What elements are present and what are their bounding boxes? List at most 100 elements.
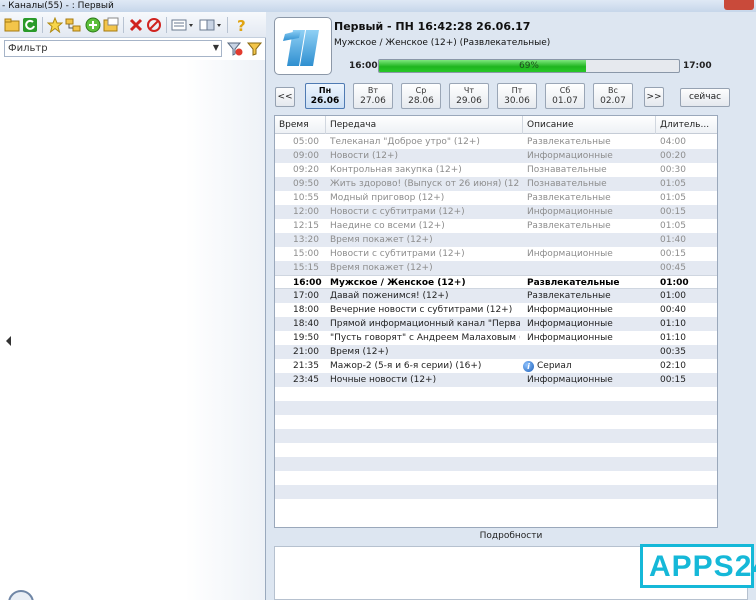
table-row[interactable]: 21:35 Мажор-2 (5-я и 6-я серии) (16+) i Сер… [275, 359, 717, 373]
day-tab[interactable]: Пн 26.06 [305, 83, 345, 109]
info-icon[interactable]: i [523, 361, 534, 372]
star-icon[interactable] [47, 17, 63, 33]
table-row[interactable]: 18:40 Прямой информационный канал "Первая… [275, 317, 717, 331]
row-duration: 00:30 [660, 165, 686, 175]
table-row[interactable]: 12:15 Наедине со всеми (12+) Развлекательн… [275, 219, 717, 233]
now-button[interactable]: сейчас [680, 88, 730, 107]
program-guide-panel: Первый - ПН 16:42:28 26.06.17 Мужское / … [266, 12, 756, 600]
view-icon[interactable] [171, 17, 195, 33]
start-orb-icon[interactable] [8, 590, 34, 600]
table-row[interactable]: 10:55 Модный приговор (12+) Развлекательны… [275, 191, 717, 205]
table-row[interactable]: 23:45 Ночные новости (12+) Информационные 0… [275, 373, 717, 387]
day-tab[interactable]: Ср 28.06 [401, 83, 441, 109]
row-description: Развлекательные [527, 193, 611, 203]
folder-icon[interactable] [4, 17, 20, 33]
row-time: 13:20 [293, 235, 319, 245]
column-header-title[interactable]: Передача [326, 116, 523, 134]
filter-clear-icon[interactable] [226, 40, 243, 57]
row-description-cell: i Сериал [523, 359, 648, 373]
table-row[interactable]: 19:50 "Пусть говорят" с Андреем Малаховым… [275, 331, 717, 345]
prev-week-button[interactable]: << [275, 87, 295, 107]
empty-row [275, 485, 717, 499]
delete-icon[interactable] [128, 17, 144, 33]
block-icon[interactable] [146, 17, 162, 33]
add-icon[interactable] [85, 17, 101, 33]
row-time: 05:00 [293, 137, 319, 147]
row-title: Время покажет (12+) [330, 235, 433, 245]
row-description: Развлекательные [527, 137, 611, 147]
row-title: Телеканал "Доброе утро" (12+) [330, 137, 480, 147]
row-duration: 00:15 [660, 249, 686, 259]
row-description: Информационные [527, 249, 613, 259]
row-duration: 01:00 [660, 278, 689, 288]
progress-label: 69% [518, 61, 539, 71]
column-header-description[interactable]: Описание [523, 116, 656, 134]
row-duration: 00:45 [660, 263, 686, 273]
table-row[interactable]: 21:00 Время (12+) 00:35 [275, 345, 717, 359]
row-description: Развлекательные [527, 291, 611, 301]
program-rows: 05:00 Телеканал "Доброе утро" (12+) Развле… [275, 135, 717, 513]
day-tab[interactable]: Пт 30.06 [497, 83, 537, 109]
row-duration: 01:10 [660, 333, 686, 343]
row-time: 12:00 [293, 207, 319, 217]
row-time: 18:40 [293, 319, 319, 329]
table-row[interactable]: 15:00 Новости с субтитрами (12+) Информаци… [275, 247, 717, 261]
row-title: Ночные новости (12+) [330, 375, 437, 385]
row-duration: 00:15 [660, 375, 686, 385]
toolbar-separator [123, 17, 124, 33]
table-row[interactable]: 18:00 Вечерние новости с субтитрами (12+)… [275, 303, 717, 317]
row-title: Прямой информационный канал "Первая ... [330, 319, 520, 329]
tree-icon[interactable] [65, 17, 81, 33]
day-name: Пн [318, 86, 332, 95]
day-tab[interactable]: Вс 02.07 [593, 83, 633, 109]
refresh-icon[interactable] [22, 17, 38, 33]
current-program: Мужское / Женское (12+) (Развлекательные… [334, 38, 551, 48]
row-duration: 01:05 [660, 179, 686, 189]
row-duration: 00:40 [660, 305, 686, 315]
table-row[interactable]: 12:00 Новости с субтитрами (12+) Информаци… [275, 205, 717, 219]
table-row[interactable]: 09:00 Новости (12+) Информационные 00:20 [275, 149, 717, 163]
row-duration: 00:35 [660, 347, 686, 357]
table-row[interactable]: 05:00 Телеканал "Доброе утро" (12+) Развле… [275, 135, 717, 149]
filter-placeholder: Фильтр [8, 43, 48, 54]
collapse-arrow-icon[interactable] [6, 336, 11, 346]
row-time: 12:15 [293, 221, 319, 231]
row-description: Развлекательные [527, 278, 620, 288]
layout-icon[interactable] [199, 17, 223, 33]
row-title: Вечерние новости с субтитрами (12+) [330, 305, 513, 315]
table-row[interactable]: 09:20 Контрольная закупка (12+) Познавател… [275, 163, 717, 177]
day-tab[interactable]: Чт 29.06 [449, 83, 489, 109]
table-row[interactable]: 09:50 Жить здорово! (Выпуск от 26 июня) (… [275, 177, 717, 191]
window-title-bar: - Каналы(55) - : Первый [0, 0, 756, 12]
column-header-duration[interactable]: Длитель... [656, 116, 717, 134]
channel-logo [274, 17, 332, 75]
column-header-time[interactable]: Время [275, 116, 326, 134]
row-description: Познавательные [527, 179, 607, 189]
row-duration: 01:10 [660, 319, 686, 329]
row-duration: 01:00 [660, 291, 686, 301]
day-tab[interactable]: Сб 01.07 [545, 83, 585, 109]
row-description: Информационные [527, 333, 613, 343]
folder-open-icon[interactable] [103, 17, 119, 33]
empty-row [275, 457, 717, 471]
empty-row [275, 471, 717, 485]
toolbar-separator [227, 17, 228, 33]
watermark-logo: APPS24 [640, 544, 756, 588]
row-title: Новости с субтитрами (12+) [330, 207, 465, 217]
day-name: Ср [415, 86, 427, 95]
table-row[interactable]: 13:20 Время покажет (12+) 01:40 [275, 233, 717, 247]
filter-icon[interactable] [246, 40, 263, 57]
day-tab[interactable]: Вт 27.06 [353, 83, 393, 109]
chevron-down-icon[interactable]: ▼ [213, 43, 219, 52]
next-week-button[interactable]: >> [644, 87, 664, 107]
close-window-icon[interactable] [724, 0, 754, 10]
row-time: 10:55 [293, 193, 319, 203]
table-row[interactable]: 15:15 Время покажет (12+) 00:45 [275, 261, 717, 275]
table-row[interactable]: 16:00 Мужское / Женское (12+) Развлекатель… [275, 275, 717, 289]
table-row[interactable]: 17:00 Давай поженимся! (12+) Развлекательн… [275, 289, 717, 303]
channel-list[interactable] [0, 60, 265, 600]
help-icon[interactable]: ? [233, 17, 249, 33]
filter-input[interactable]: Фильтр ▼ [4, 40, 222, 57]
row-title: Новости (12+) [330, 151, 399, 161]
row-description: Познавательные [527, 165, 607, 175]
